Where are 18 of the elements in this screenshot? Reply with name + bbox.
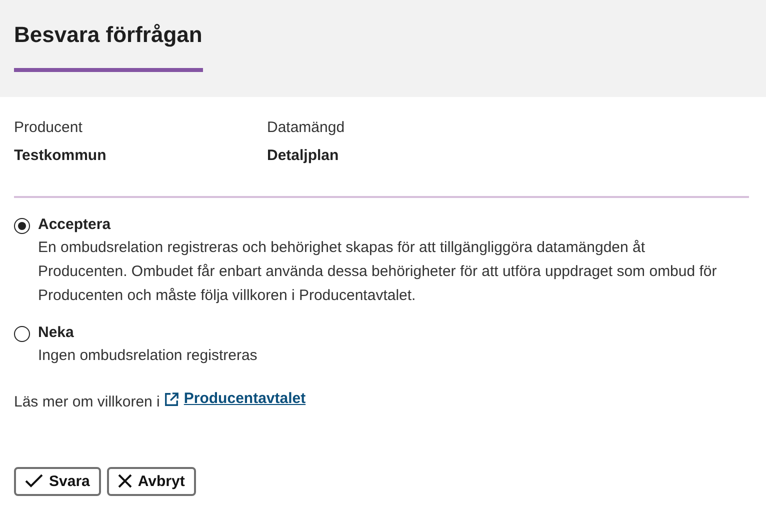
close-icon — [118, 474, 132, 488]
option-label[interactable]: Acceptera — [38, 214, 728, 236]
field-value: Testkommun — [14, 146, 108, 166]
field-value: Detaljplan — [267, 146, 340, 166]
option-description: En ombudsrelation registreras och behörighet skapas för att tillgängliggöra datamängden åt Producenten. Ombudet får enbart använda dessa behörigheter för att utföra uppdraget som ombud för Producenten och måste följa villkoren i Producentavtalet. — [38, 238, 718, 306]
cancel-button[interactable]: Avbryt — [106, 466, 196, 496]
option-description: Ingen ombudsrelation registreras — [38, 346, 258, 366]
page-title: Besvara förfrågan — [14, 22, 204, 48]
terms-text: Läs mer om villkoren i Producentavtalet — [14, 388, 307, 412]
radio-button[interactable] — [14, 326, 30, 342]
option-label[interactable]: Neka — [38, 322, 258, 344]
field-label: Datamängd — [267, 118, 346, 138]
external-link-icon — [164, 392, 179, 406]
check-icon — [25, 474, 43, 488]
field-label: Producent — [14, 118, 84, 138]
submit-button[interactable]: Svara — [14, 466, 101, 496]
radio-button[interactable] — [14, 218, 30, 234]
agreement-link[interactable]: Producentavtalet — [164, 388, 306, 410]
